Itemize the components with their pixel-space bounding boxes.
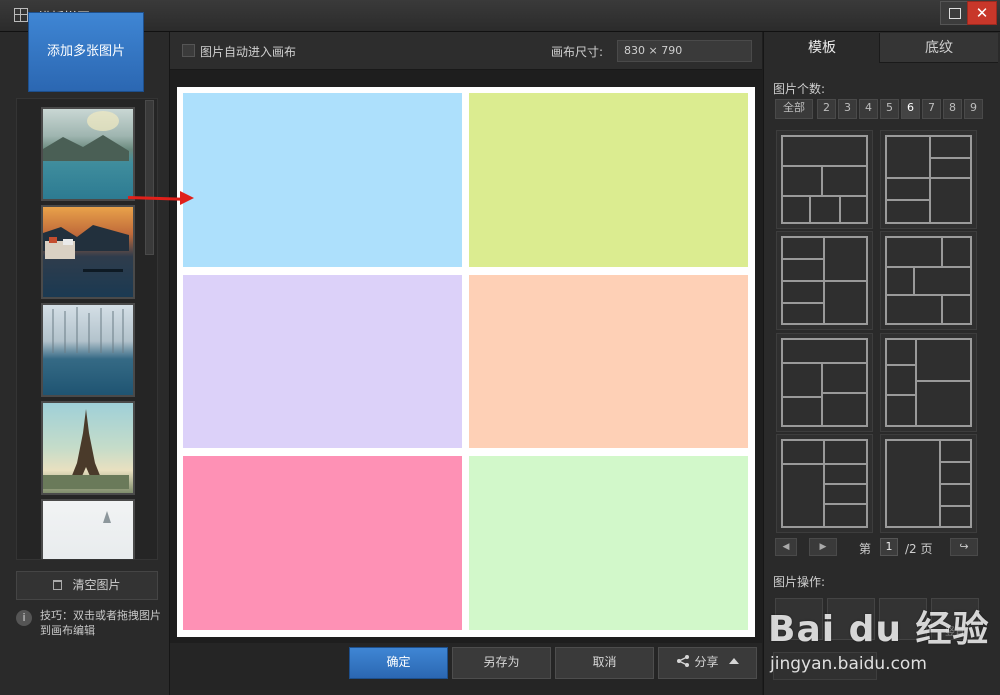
template-7[interactable] (776, 434, 873, 533)
add-images-button[interactable]: 添加多张图片 (28, 12, 144, 92)
thumbnail-snow[interactable] (41, 499, 135, 559)
collage-cell-1[interactable] (183, 93, 462, 267)
layout-preview-icon (781, 338, 868, 427)
auto-enter-label[interactable]: 图片自动进入画布 (200, 43, 296, 60)
chevron-up-icon (728, 658, 739, 664)
jump-arrow-icon: ↪ (959, 540, 969, 553)
template-2[interactable] (880, 130, 977, 229)
share-button[interactable]: 分享 (658, 647, 757, 679)
page-total: /2 页 (905, 542, 933, 556)
clear-images-button[interactable]: 清空图片 (16, 571, 158, 600)
baidu-watermark-logo: Bai du 经验 (768, 609, 990, 650)
trash-icon (53, 580, 63, 590)
coastal-village-sunset-photo (43, 225, 129, 272)
canvas-size-field[interactable]: 830 × 790 (617, 40, 752, 62)
share-icon (677, 655, 690, 667)
layout-preview-icon (885, 135, 972, 224)
winter-lake-trees-photo (52, 307, 124, 353)
confirm-button[interactable]: 确定 (349, 647, 448, 679)
collage-cell-4[interactable] (469, 275, 748, 448)
annotation-arrow-head (180, 191, 194, 205)
thumbnail-list[interactable] (16, 98, 158, 560)
page-prefix: 第 (859, 542, 872, 556)
layout-preview-icon (885, 439, 972, 528)
count-6[interactable]: 6 (901, 99, 920, 119)
count-9[interactable]: 9 (964, 99, 983, 119)
eiffel-tower-photo (43, 409, 129, 489)
image-ops-label: 图片操作: (773, 575, 826, 589)
cancel-button[interactable]: 取消 (555, 647, 654, 679)
lake-mountain-photo (43, 111, 129, 161)
watermark-url: jingyan.baidu.com (770, 654, 927, 674)
page-number-field[interactable]: 1 (880, 538, 898, 556)
save-as-button[interactable]: 另存为 (452, 647, 551, 679)
title-bar (0, 0, 1000, 32)
clear-images-label: 清空图片 (72, 578, 121, 592)
thumbnail-scrollbar[interactable] (145, 100, 154, 255)
template-5[interactable] (776, 333, 873, 432)
layout-preview-icon (781, 236, 868, 325)
prev-page-button[interactable]: ◀ (775, 538, 797, 556)
count-4[interactable]: 4 (859, 99, 878, 119)
template-6[interactable] (880, 333, 977, 432)
close-button[interactable]: ✕ (967, 1, 997, 25)
layout-preview-icon (781, 135, 868, 224)
thumbnail-eiffel[interactable] (41, 401, 135, 495)
next-page-button[interactable]: ▶ (809, 538, 837, 556)
layout-preview-icon (781, 439, 868, 528)
tab-template[interactable]: 模板 (765, 33, 880, 63)
collage-cell-3[interactable] (183, 275, 462, 448)
layout-preview-icon (885, 236, 972, 325)
thumbnail-lake[interactable] (41, 107, 135, 201)
template-4[interactable] (880, 231, 977, 330)
tab-pattern[interactable]: 底纹 (880, 33, 998, 63)
app-grid-icon (14, 8, 28, 22)
snowy-photo (103, 511, 111, 523)
share-label: 分享 (694, 655, 719, 669)
layout-preview-icon (885, 338, 972, 427)
template-3[interactable] (776, 231, 873, 330)
page-jump-button[interactable]: ↪ (950, 538, 978, 556)
count-5[interactable]: 5 (880, 99, 899, 119)
thumbnail-village[interactable] (41, 205, 135, 299)
image-count-label: 图片个数: (773, 82, 826, 96)
collage-canvas[interactable] (177, 87, 755, 637)
info-icon: i (16, 610, 32, 626)
template-1[interactable] (776, 130, 873, 229)
thumbnail-winter[interactable] (41, 303, 135, 397)
count-3[interactable]: 3 (838, 99, 857, 119)
collage-cell-6[interactable] (469, 456, 748, 630)
count-8[interactable]: 8 (943, 99, 962, 119)
count-all[interactable]: 全部 (775, 99, 813, 119)
count-7[interactable]: 7 (922, 99, 941, 119)
count-2[interactable]: 2 (817, 99, 836, 119)
canvas-size-label: 画布尺寸: (551, 45, 604, 59)
collage-cell-2[interactable] (469, 93, 748, 267)
template-8[interactable] (880, 434, 977, 533)
maximize-button[interactable] (940, 1, 968, 25)
auto-enter-checkbox[interactable] (182, 44, 195, 57)
canvas-toolbar: 图片自动进入画布 画布尺寸: 830 × 790 (170, 32, 762, 70)
collage-cell-5[interactable] (183, 456, 462, 630)
tip-text: 技巧：双击或者拖拽图片到画布编辑 (40, 609, 161, 637)
